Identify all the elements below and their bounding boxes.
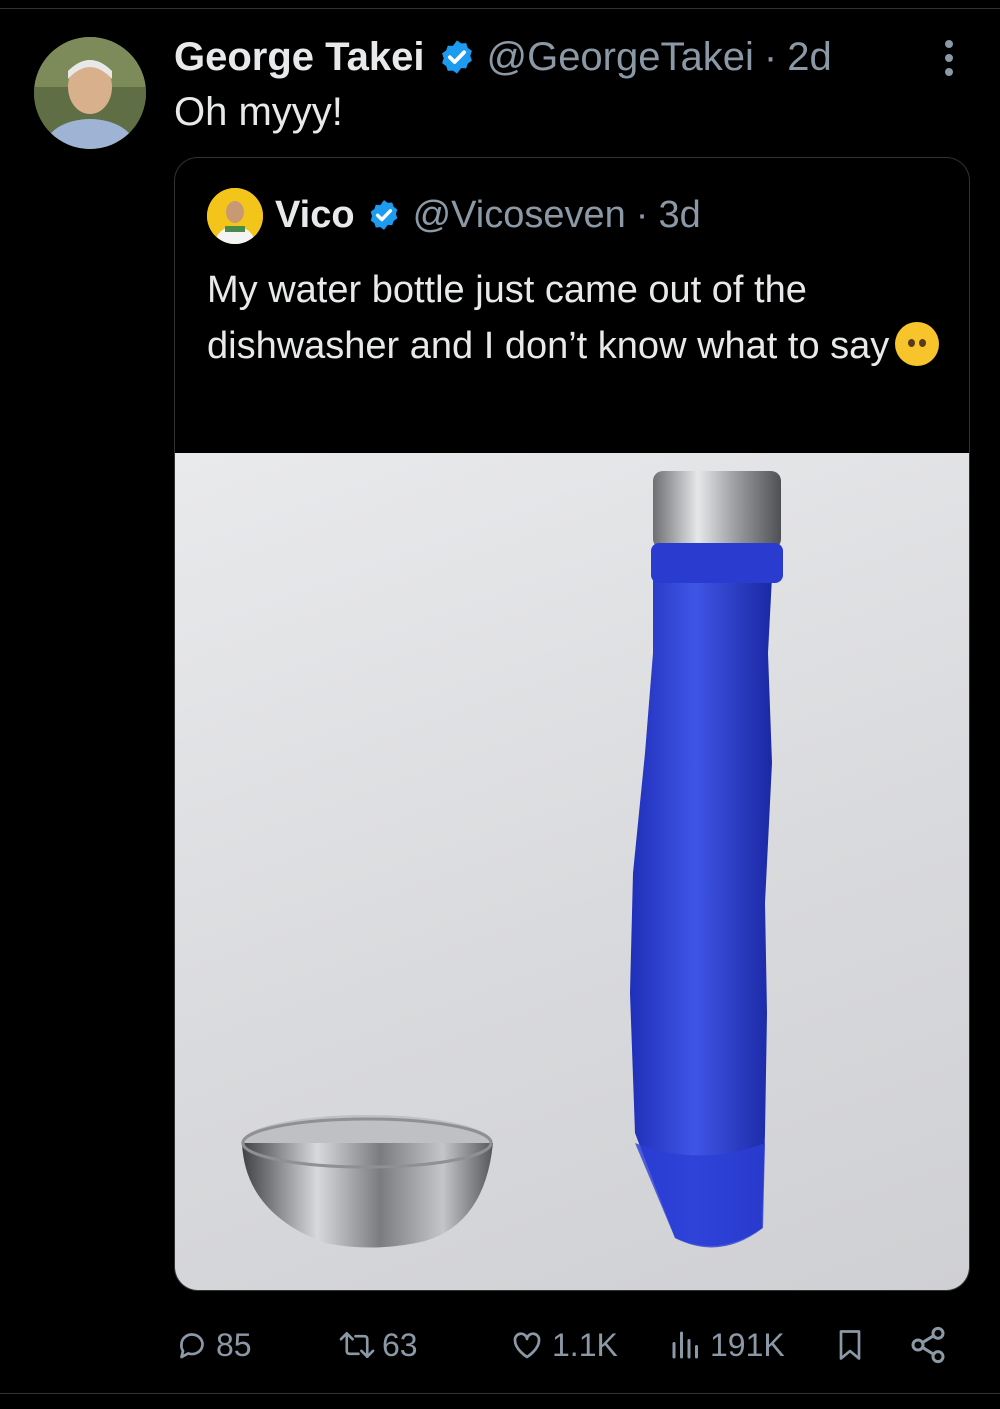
quoted-tweet[interactable]: Vico @Vicoseven · 3d My water bottle jus… — [174, 157, 970, 1291]
like-count: 1.1K — [552, 1326, 618, 1363]
author-name[interactable]: George Takei — [174, 35, 424, 80]
bookmark-button[interactable] — [832, 1322, 874, 1368]
reply-icon — [180, 1333, 204, 1359]
tweet-photo[interactable] — [175, 453, 969, 1290]
tweet-header: George Takei @GeorgeTakei · 2d — [174, 32, 832, 82]
verified-badge-icon — [367, 198, 401, 232]
reply-count: 85 — [216, 1326, 252, 1363]
verified-badge-icon — [438, 38, 476, 76]
bottom-divider — [0, 1393, 1000, 1394]
retweet-button[interactable]: 63 — [338, 1322, 418, 1368]
neutral-face-emoji — [895, 322, 940, 366]
more-icon[interactable] — [936, 40, 962, 80]
author-handle[interactable]: @GeorgeTakei — [486, 35, 753, 80]
action-bar: 85 63 1.1K 191K — [174, 1322, 970, 1368]
like-icon — [513, 1332, 541, 1359]
views-count: 191K — [710, 1326, 785, 1363]
quoted-tweet-text: My water bottle just came out of the dis… — [207, 269, 890, 367]
reply-button[interactable]: 85 — [174, 1322, 252, 1368]
tweet-text: Oh myyy! — [174, 90, 343, 134]
quoted-tweet-header: Vico @Vicoseven · 3d — [275, 193, 701, 237]
quoted-tweet-text-block: My water bottle just came out of the dis… — [207, 262, 947, 374]
share-icon — [911, 1326, 945, 1364]
like-button[interactable]: 1.1K — [508, 1322, 618, 1368]
share-button[interactable] — [908, 1322, 954, 1368]
top-divider — [0, 8, 1000, 9]
separator: · — [635, 193, 649, 236]
quoted-tweet-time[interactable]: 3d — [658, 194, 700, 237]
quoted-author-name[interactable]: Vico — [275, 194, 355, 237]
tweet-time[interactable]: 2d — [787, 35, 832, 80]
retweet-count: 63 — [382, 1326, 418, 1363]
quoted-author-avatar[interactable] — [207, 188, 263, 244]
separator: · — [763, 34, 778, 79]
views-button[interactable]: 191K — [668, 1322, 785, 1368]
bookmark-icon — [839, 1330, 861, 1360]
views-icon — [672, 1331, 698, 1359]
author-avatar[interactable] — [34, 37, 146, 149]
retweet-icon — [339, 1331, 375, 1359]
quoted-author-handle[interactable]: @Vicoseven — [413, 194, 626, 237]
